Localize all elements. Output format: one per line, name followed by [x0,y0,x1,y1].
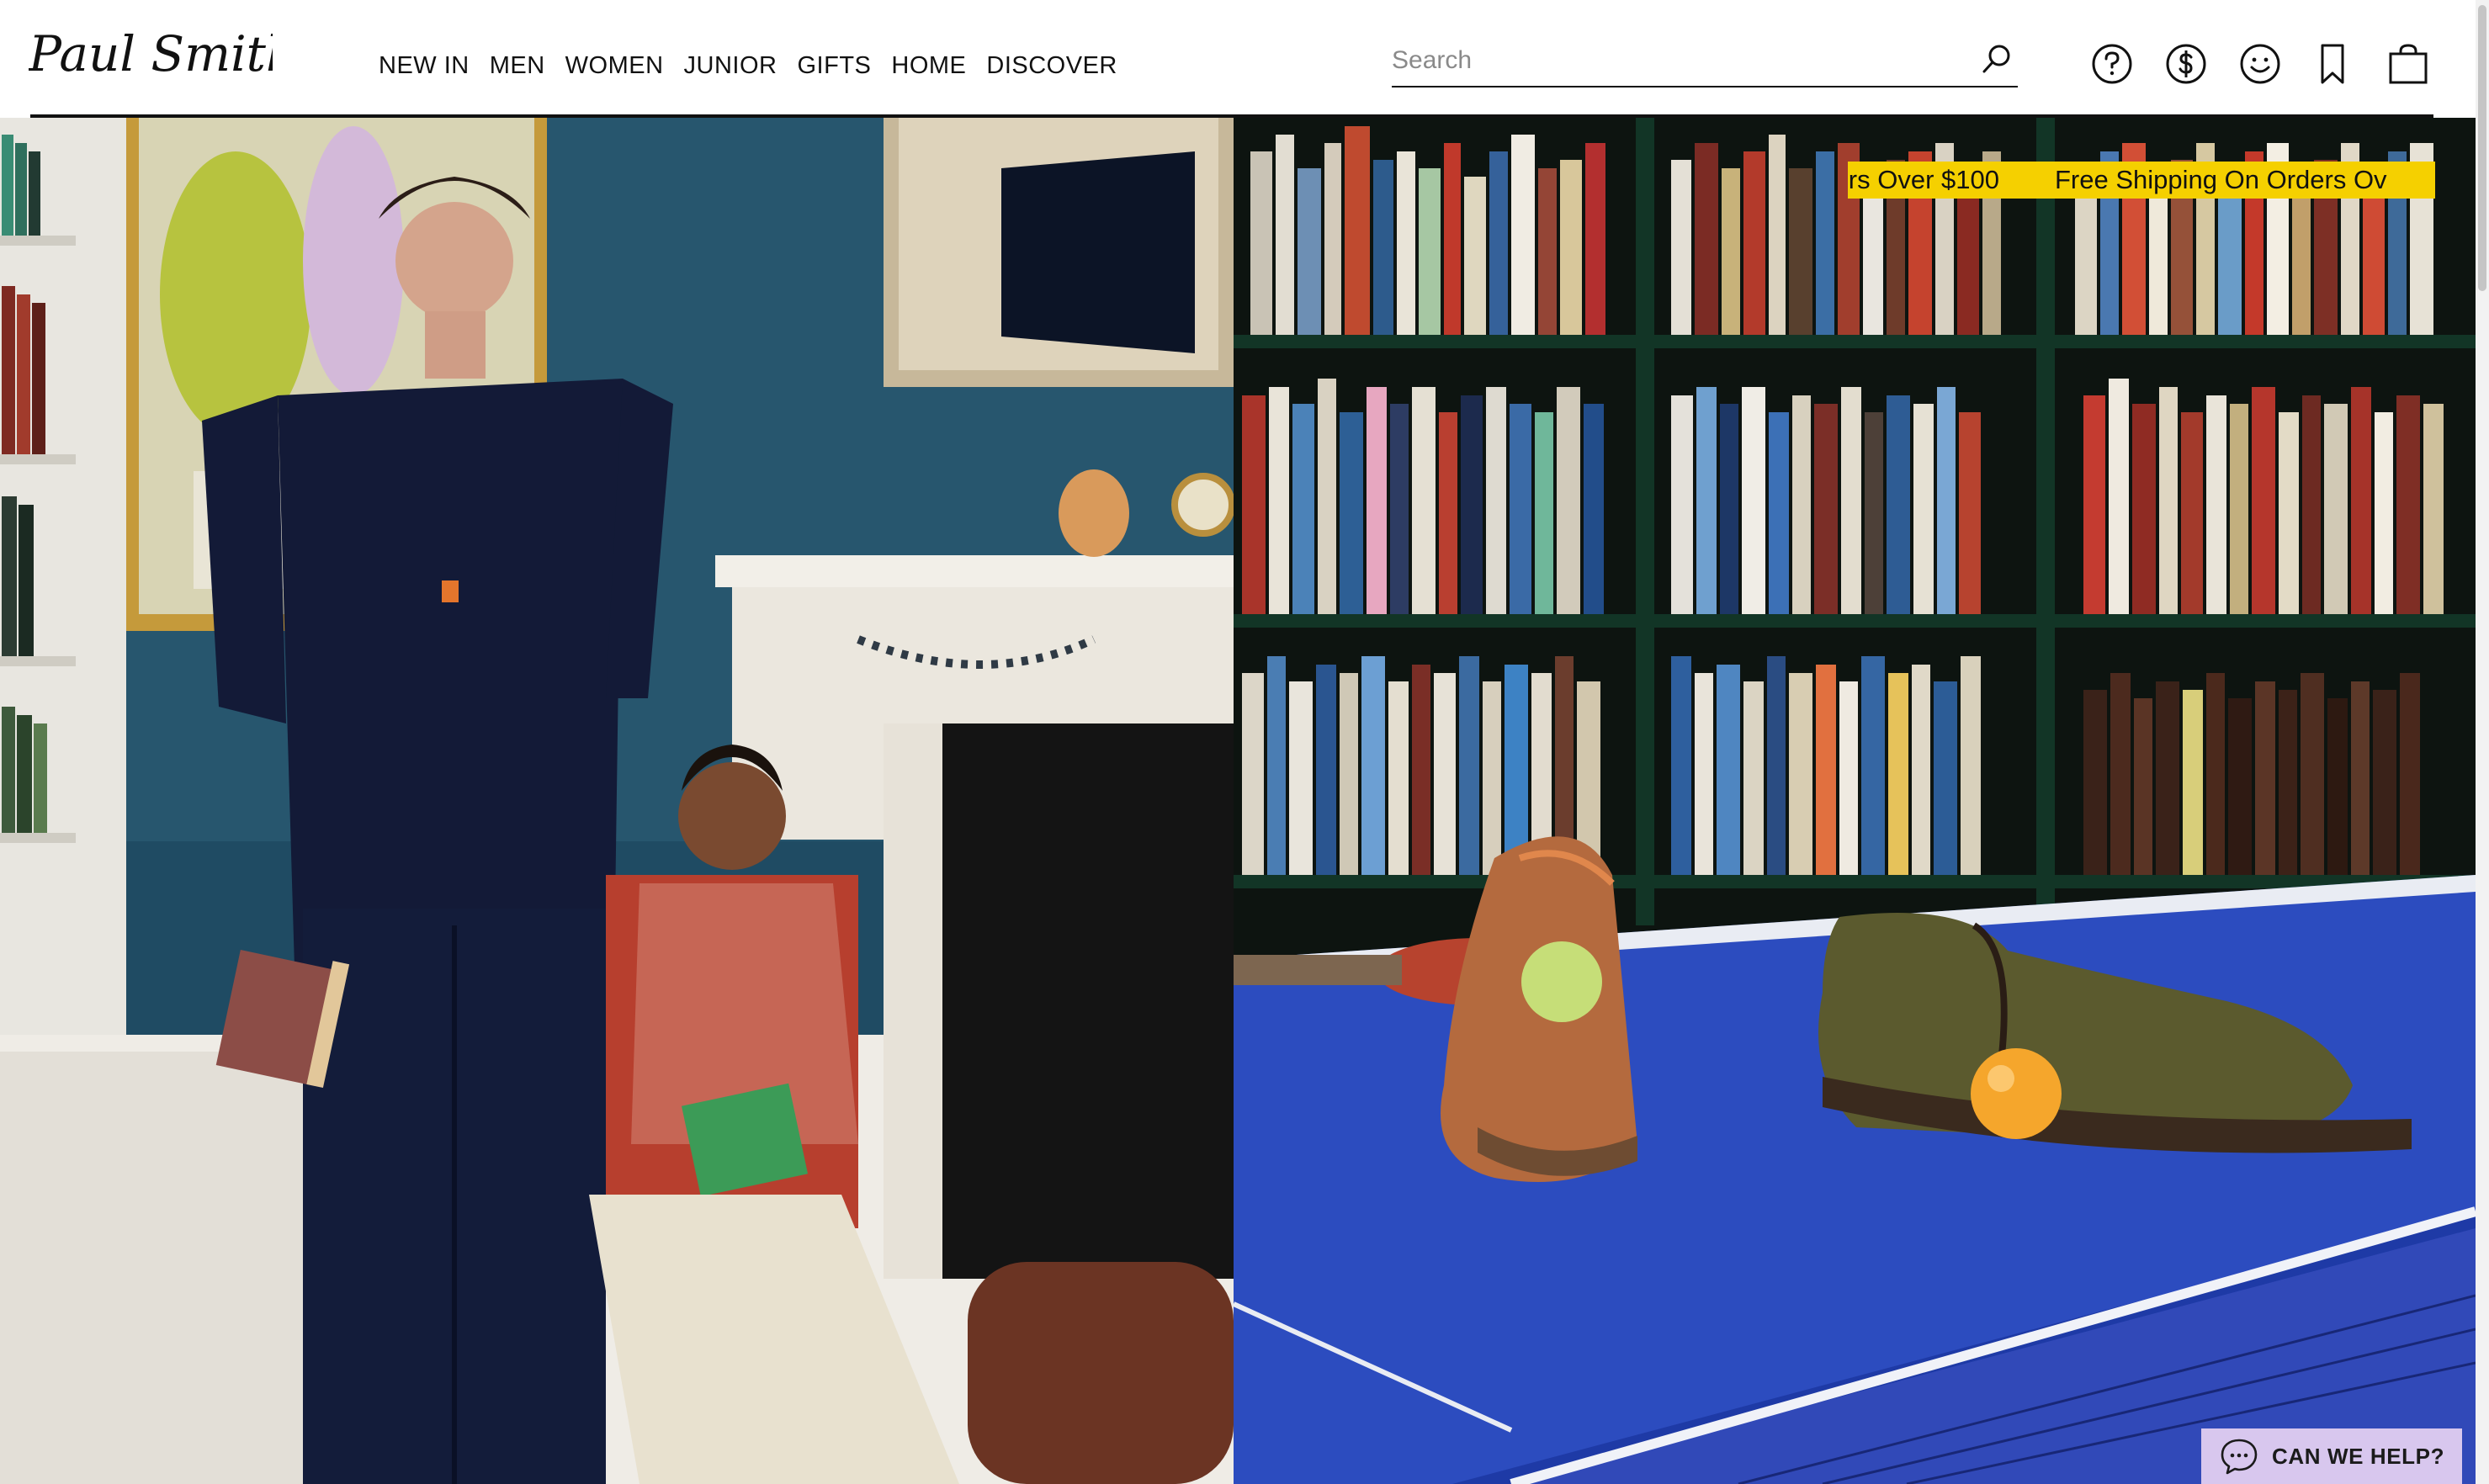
wishlist-icon [2321,44,2344,84]
menswear-lifestyle-photo [0,118,1234,1484]
brand-logo[interactable]: Paul Smith [29,32,273,81]
account-button[interactable] [2238,42,2282,86]
chat-help-label: CAN WE HELP? [2272,1443,2445,1469]
promo-ticker-item: Free Shipping On Orders Ov [2055,165,2387,194]
bag-icon [2389,44,2428,84]
promo-ticker-track: rders Over $100 Free Shipping On Orders … [1848,162,2387,199]
logo-wordmark: Paul Smith [29,32,273,81]
account-icon [2240,44,2280,84]
currency-button[interactable] [2164,42,2208,86]
search-icon [1982,45,2010,73]
promo-ticker[interactable]: rders Over $100 Free Shipping On Orders … [1848,162,2435,199]
site-header: Paul Smith NEW IN MEN WOMEN JUNIOR GIFTS… [0,0,2476,118]
wishlist-button[interactable] [2311,42,2354,86]
nav-item-gifts[interactable]: GIFTS [798,49,872,82]
hero-banner[interactable] [0,118,2476,1484]
promo-ticker-item: rders Over $100 [1848,165,1999,194]
help-button[interactable] [2090,42,2134,86]
header-divider [30,114,2433,118]
search-bar [1392,37,2018,87]
main-nav: NEW IN MEN WOMEN JUNIOR GIFTS HOME DISCO… [379,49,1117,82]
search-button[interactable] [1979,42,2014,77]
nav-item-home[interactable]: HOME [891,49,966,82]
currency-icon [2166,44,2206,84]
nav-item-new-in[interactable]: NEW IN [379,49,470,82]
nav-item-discover[interactable]: DISCOVER [986,49,1117,82]
chat-help-button[interactable]: CAN WE HELP? [2201,1428,2462,1484]
hero-image-right[interactable] [1234,118,2476,1484]
page-scrollbar[interactable] [2476,0,2489,1484]
nav-item-men[interactable]: MEN [490,49,545,82]
logo-text: Paul Smith [29,32,273,81]
chat-bubble-icon [2221,1439,2258,1475]
bag-button[interactable] [2386,42,2430,86]
help-icon [2092,44,2132,84]
shoes-ping-pong-photo [1234,118,2476,1484]
hero-image-left[interactable] [0,118,1234,1484]
nav-item-junior[interactable]: JUNIOR [684,49,777,82]
nav-item-women[interactable]: WOMEN [565,49,664,82]
scrollbar-thumb[interactable] [2478,5,2486,291]
search-input[interactable] [1392,37,1964,84]
